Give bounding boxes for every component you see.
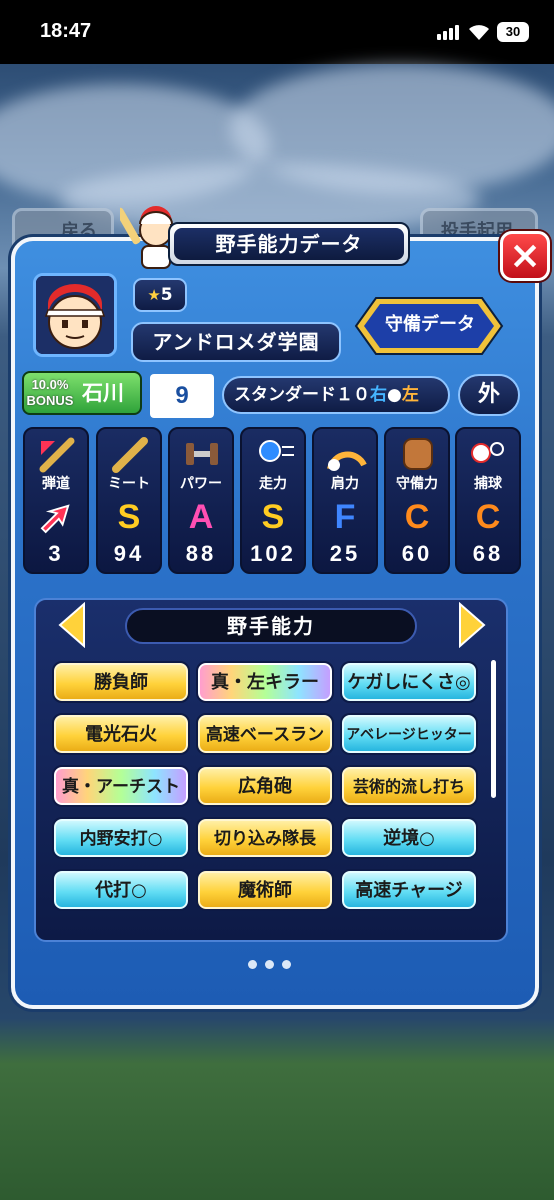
ability-chip[interactable]: ケガしにくさ◎ xyxy=(340,661,478,703)
ability-chip[interactable]: 高速チャージ xyxy=(340,869,478,911)
panel-title-tab: 野手能力データ xyxy=(168,222,410,266)
player-avatar xyxy=(33,273,117,357)
glove-icon xyxy=(403,438,433,470)
close-button[interactable]: × xyxy=(500,231,550,281)
ability-chip[interactable]: 逆境○ xyxy=(340,817,478,859)
stat-grade: S xyxy=(117,498,141,536)
ability-chip[interactable]: 真・アーチスト xyxy=(52,765,190,807)
ability-chip[interactable]: 切り込み隊長 xyxy=(196,817,334,859)
dumbbell-icon xyxy=(186,443,218,465)
stat-value: 60 xyxy=(401,541,433,566)
star-icon: ★ xyxy=(147,286,161,304)
stat-grade: S xyxy=(261,498,285,536)
bats-left: 左 xyxy=(401,385,419,405)
ability-chip[interactable]: 内野安打○ xyxy=(52,817,190,859)
signal-icon xyxy=(437,25,459,40)
ability-chip[interactable]: 真・左キラー xyxy=(196,661,334,703)
batting-form: スタンダード１０右●左 xyxy=(222,376,450,414)
abilities-scrollbar[interactable] xyxy=(491,660,496,798)
stat-card-defense: 守備力 C 60 xyxy=(384,427,450,574)
uniform-number: 9 xyxy=(150,374,214,418)
rank-badge: ★5 xyxy=(133,278,187,312)
stat-value: 3 xyxy=(48,541,64,566)
position-badge: 外 xyxy=(458,374,520,416)
stat-grade: C xyxy=(404,498,430,536)
throw-arc-icon xyxy=(327,451,367,471)
school-name: アンドロメダ学園 xyxy=(131,322,341,362)
stat-card-catch: 捕球 C 68 xyxy=(455,427,521,574)
stat-card-trajectory: 弾道 3 xyxy=(23,427,89,574)
stat-value: 68 xyxy=(472,541,504,566)
stat-card-speed: 走力 S 102 xyxy=(240,427,306,574)
battery-indicator: 30 xyxy=(497,22,529,42)
wifi-icon xyxy=(469,25,489,40)
catch-ball-icon xyxy=(471,442,504,463)
panel-title: 野手能力データ xyxy=(174,228,404,260)
stat-value: 102 xyxy=(250,541,296,566)
running-ball-icon xyxy=(259,440,294,462)
ability-chip[interactable]: 代打○ xyxy=(52,869,190,911)
player-name-plate: 10.0% BONUS 石川 xyxy=(22,371,142,415)
clock: 18:47 xyxy=(40,20,92,42)
next-page-arrow[interactable] xyxy=(458,602,486,648)
stat-card-power: パワー A 88 xyxy=(168,427,234,574)
ability-chip[interactable]: 高速ベースラン xyxy=(196,713,334,755)
bonus-badge: 10.0% BONUS xyxy=(26,377,74,408)
stat-grade: A xyxy=(188,498,214,536)
stat-card-meet: ミート S 94 xyxy=(96,427,162,574)
throws-right: 右 xyxy=(370,385,387,405)
stat-value: 94 xyxy=(113,541,145,566)
prev-page-arrow[interactable] xyxy=(58,602,86,648)
bat-icon xyxy=(112,437,148,473)
stat-value: 88 xyxy=(185,541,217,566)
stat-grade: F xyxy=(334,498,356,536)
ability-chip[interactable]: 勝負師 xyxy=(52,661,190,703)
ability-chip[interactable]: 芸術的流し打ち xyxy=(340,765,478,807)
stat-card-arm: 肩力 F 25 xyxy=(312,427,378,574)
ability-chip[interactable]: 魔術師 xyxy=(196,869,334,911)
stat-grade: C xyxy=(475,498,501,536)
stat-value: 25 xyxy=(329,541,361,566)
defense-data-button[interactable]: 守備データ xyxy=(375,308,485,342)
trajectory-icon xyxy=(39,437,75,473)
ability-chip[interactable]: アベレージヒッター xyxy=(340,713,478,755)
status-bar: 18:47 30 xyxy=(0,0,554,64)
ability-chip[interactable]: 広角砲 xyxy=(196,765,334,807)
abilities-title: 野手能力 xyxy=(125,608,417,644)
player-name: 石川 xyxy=(82,381,124,405)
page-indicator xyxy=(248,960,291,969)
ability-chip[interactable]: 電光石火 xyxy=(52,713,190,755)
